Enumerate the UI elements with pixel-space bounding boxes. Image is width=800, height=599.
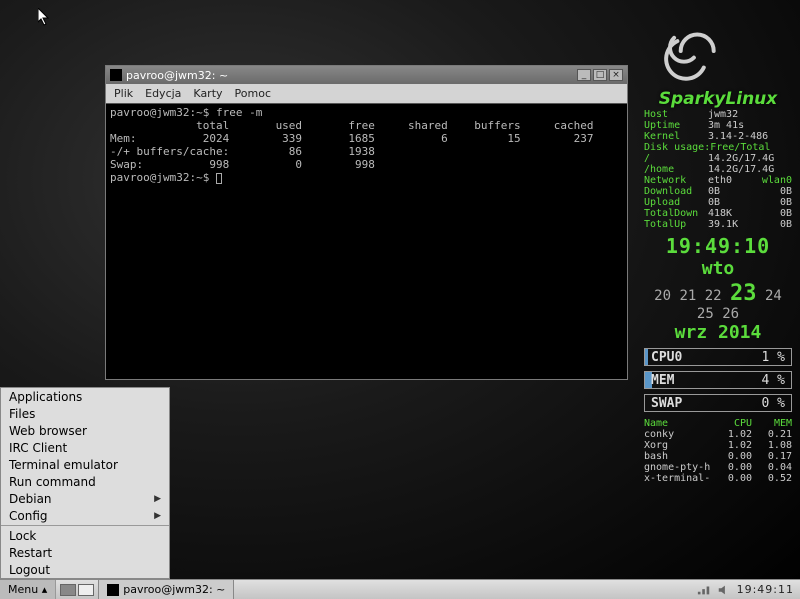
menu-logout[interactable]: Logout: [1, 561, 169, 578]
conky-clock: 19:49:10: [644, 234, 792, 258]
brand-label: SparkyLinux: [644, 89, 792, 109]
cursor-icon: [38, 8, 52, 28]
taskbar-task[interactable]: pavroo@jwm32: ~: [98, 580, 234, 599]
menu-applications[interactable]: Applications: [1, 388, 169, 405]
process-row: x-terminal-0.000.52: [644, 473, 792, 484]
menu-config[interactable]: Config▶: [1, 507, 169, 524]
text-cursor: [216, 173, 222, 184]
network-icon[interactable]: [697, 584, 711, 596]
terminal-icon: [110, 69, 122, 81]
menu-files[interactable]: Files: [1, 405, 169, 422]
menu-edycja[interactable]: Edycja: [145, 87, 181, 100]
swap-meter: SWAP0 %: [644, 394, 792, 412]
maximize-button[interactable]: □: [593, 69, 607, 81]
titlebar[interactable]: pavroo@jwm32: ~ _ □ ×: [106, 66, 627, 84]
calendar-row: 20 21 22 23 24 25 26: [644, 281, 792, 322]
menu-web-browser[interactable]: Web browser: [1, 422, 169, 439]
process-header: NameCPUMEM: [644, 418, 792, 429]
process-row: conky1.020.21: [644, 429, 792, 440]
menu-pomoc[interactable]: Pomoc: [235, 87, 271, 100]
taskbar-clock: 19:49:11: [737, 583, 794, 596]
menu-button[interactable]: Menu ▴: [0, 580, 56, 599]
minimize-button[interactable]: _: [577, 69, 591, 81]
workspace-1[interactable]: [60, 584, 76, 596]
menu-debian[interactable]: Debian▶: [1, 490, 169, 507]
menu-lock[interactable]: Lock: [1, 527, 169, 544]
menu-karty[interactable]: Karty: [193, 87, 222, 100]
terminal-body[interactable]: pavroo@jwm32:~$ free -m total used free …: [106, 103, 627, 379]
volume-icon[interactable]: [717, 584, 731, 596]
close-button[interactable]: ×: [609, 69, 623, 81]
conky-panel: SparkyLinux Hostjwm32 Uptime3m 41s Kerne…: [644, 18, 792, 484]
mem-meter: MEM4 %: [644, 371, 792, 389]
terminal-icon: [107, 584, 119, 596]
disk-label: Disk usage:Free/Total: [644, 142, 792, 153]
menu-restart[interactable]: Restart: [1, 544, 169, 561]
start-menu: Applications Files Web browser IRC Clien…: [0, 387, 170, 579]
process-row: bash0.000.17: [644, 451, 792, 462]
terminal-menubar: Plik Edycja Karty Pomoc: [106, 84, 627, 103]
chevron-right-icon: ▶: [154, 494, 161, 504]
process-row: Xorg1.021.08: [644, 440, 792, 451]
sparky-logo-icon: [644, 18, 724, 84]
menu-irc-client[interactable]: IRC Client: [1, 439, 169, 456]
terminal-window: pavroo@jwm32: ~ _ □ × Plik Edycja Karty …: [105, 65, 628, 380]
menu-terminal-emulator[interactable]: Terminal emulator: [1, 456, 169, 473]
workspace-2[interactable]: [78, 584, 94, 596]
menu-run-command[interactable]: Run command: [1, 473, 169, 490]
window-title: pavroo@jwm32: ~: [126, 69, 577, 82]
taskbar: Menu ▴ pavroo@jwm32: ~ 19:49:11: [0, 579, 800, 599]
conky-month: wrz 2014: [644, 322, 792, 343]
process-row: gnome-pty-h0.000.04: [644, 462, 792, 473]
chevron-right-icon: ▶: [154, 511, 161, 521]
menu-plik[interactable]: Plik: [114, 87, 133, 100]
system-tray: 19:49:11: [691, 583, 800, 596]
workspace-pager[interactable]: [60, 584, 94, 596]
cpu-meter: CPU01 %: [644, 348, 792, 366]
conky-day: wto: [644, 258, 792, 279]
